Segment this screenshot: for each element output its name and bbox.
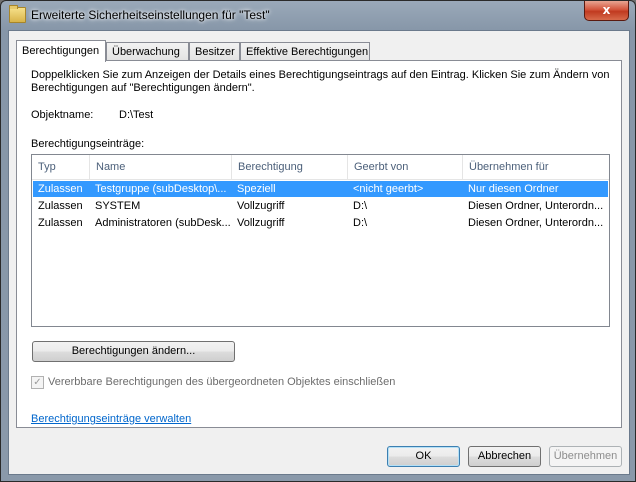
close-button[interactable]: x bbox=[584, 1, 629, 21]
table-row[interactable]: Zulassen Testgruppe (subDesktop\... Spez… bbox=[33, 181, 608, 197]
inherit-permissions-checkbox: ✓ bbox=[31, 376, 44, 389]
list-header: Typ Name Berechtigung Geerbt von Überneh… bbox=[32, 155, 609, 180]
cell-name: Administratoren (subDesk... bbox=[95, 217, 231, 229]
dialog-window: Erweiterte Sicherheitseinstellungen für … bbox=[0, 0, 636, 482]
column-header-uebernehmen-fuer[interactable]: Übernehmen für bbox=[463, 155, 609, 179]
manage-permission-entries-link[interactable]: Berechtigungseinträge verwalten bbox=[31, 413, 191, 425]
cancel-button[interactable]: Abbrechen bbox=[468, 446, 541, 467]
title-bar[interactable]: Erweiterte Sicherheitseinstellungen für … bbox=[1, 1, 635, 29]
column-header-berechtigung[interactable]: Berechtigung bbox=[232, 155, 348, 179]
cell-uebernehmen-fuer: Nur diesen Ordner bbox=[468, 183, 559, 195]
tab-effektive-berechtigungen[interactable]: Effektive Berechtigungen bbox=[240, 42, 370, 60]
ok-button[interactable]: OK bbox=[387, 446, 460, 467]
column-header-name[interactable]: Name bbox=[90, 155, 232, 179]
cell-uebernehmen-fuer: Diesen Ordner, Unterordn... bbox=[468, 200, 604, 212]
tab-berechtigungen[interactable]: Berechtigungen bbox=[16, 40, 106, 62]
tab-besitzer[interactable]: Besitzer bbox=[189, 42, 240, 60]
permission-entries-list[interactable]: Typ Name Berechtigung Geerbt von Überneh… bbox=[31, 154, 610, 327]
column-header-typ[interactable]: Typ bbox=[32, 155, 90, 179]
permission-entries-label: Berechtigungseinträge: bbox=[31, 138, 145, 150]
cell-berechtigung: Vollzugriff bbox=[237, 200, 285, 212]
folder-icon bbox=[9, 5, 26, 23]
change-permissions-button[interactable]: Berechtigungen ändern... bbox=[32, 341, 235, 362]
cell-name: Testgruppe (subDesktop\... bbox=[95, 183, 227, 195]
close-icon: x bbox=[602, 3, 611, 17]
tab-panel-berechtigungen: Doppelklicken Sie zum Anzeigen der Detai… bbox=[16, 60, 622, 428]
cell-berechtigung: Vollzugriff bbox=[237, 217, 285, 229]
column-header-geerbt-von[interactable]: Geerbt von bbox=[348, 155, 463, 179]
cell-typ: Zulassen bbox=[38, 183, 83, 195]
cell-name: SYSTEM bbox=[95, 200, 141, 212]
cell-typ: Zulassen bbox=[38, 200, 83, 212]
cell-typ: Zulassen bbox=[38, 217, 83, 229]
inherit-permissions-label: Vererbbare Berechtigungen des übergeordn… bbox=[48, 376, 396, 388]
window-title: Erweiterte Sicherheitseinstellungen für … bbox=[31, 8, 270, 22]
cell-geerbt-von: D:\ bbox=[353, 217, 368, 229]
tab-ueberwachung[interactable]: Überwachung bbox=[106, 42, 189, 60]
table-row[interactable]: Zulassen Administratoren (subDesk... Vol… bbox=[33, 215, 608, 231]
object-name-label: Objektname: bbox=[31, 109, 94, 121]
object-name-value: D:\Test bbox=[119, 109, 154, 121]
instructions-text: Doppelklicken Sie zum Anzeigen der Detai… bbox=[31, 69, 610, 94]
cell-berechtigung: Speziell bbox=[237, 183, 276, 195]
table-row[interactable]: Zulassen SYSTEM Vollzugriff D:\ Diesen O… bbox=[33, 198, 608, 214]
apply-button[interactable]: Übernehmen bbox=[549, 446, 622, 467]
dialog-client-area: Berechtigungen Überwachung Besitzer Effe… bbox=[8, 30, 630, 475]
cell-geerbt-von: D:\ bbox=[353, 200, 368, 212]
cell-uebernehmen-fuer: Diesen Ordner, Unterordn... bbox=[468, 217, 604, 229]
cell-geerbt-von: <nicht geerbt> bbox=[353, 183, 424, 195]
